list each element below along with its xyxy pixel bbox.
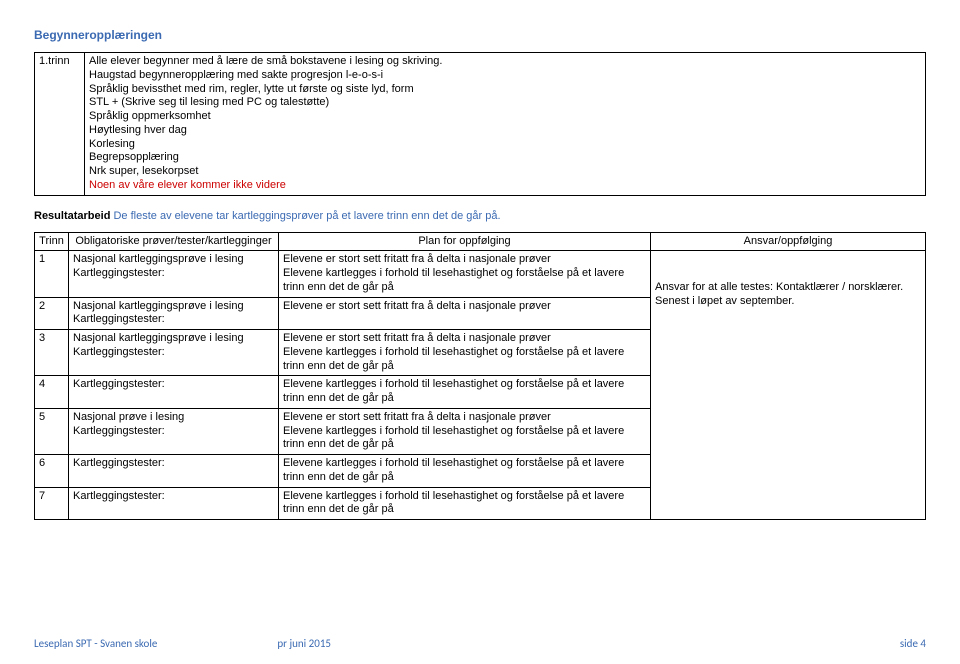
cell-plan: Elevene kartlegges i forhold til lesehas… bbox=[279, 487, 651, 520]
cell-tests: Nasjonal kartleggingsprøve i lesing Kart… bbox=[69, 330, 279, 376]
cell-ansvar: Ansvar for at alle testes: Kontaktlærer … bbox=[651, 251, 926, 520]
intro-line: Korlesing bbox=[89, 138, 921, 152]
table-row: 1 Nasjonal kartleggingsprøve i lesing Ka… bbox=[35, 251, 926, 297]
result-heading-rest: De fleste av elevene tar kartleggingsprø… bbox=[113, 210, 500, 222]
intro-line: Språklig oppmerksomhet bbox=[89, 110, 921, 124]
table-header-row: Trinn Obligatoriske prøver/tester/kartle… bbox=[35, 232, 926, 251]
cell-trinn: 7 bbox=[35, 487, 69, 520]
result-heading: Resultatarbeid De fleste av elevene tar … bbox=[34, 210, 926, 222]
cell-tests: Kartleggingstester: bbox=[69, 455, 279, 488]
cell-plan: Elevene kartlegges i forhold til lesehas… bbox=[279, 376, 651, 409]
result-heading-bold: Resultatarbeid bbox=[34, 210, 110, 222]
cell-plan: Elevene kartlegges i forhold til lesehas… bbox=[279, 455, 651, 488]
cell-trinn: 5 bbox=[35, 408, 69, 454]
intro-line: Alle elever begynner med å lære de små b… bbox=[89, 55, 921, 69]
cell-plan: Elevene er stort sett fritatt fra å delt… bbox=[279, 297, 651, 330]
col-trinn: Trinn bbox=[35, 232, 69, 251]
intro-line: Høytlesing hver dag bbox=[89, 124, 921, 138]
cell-tests: Kartleggingstester: bbox=[69, 376, 279, 409]
results-table: Trinn Obligatoriske prøver/tester/kartle… bbox=[34, 232, 926, 521]
col-tests: Obligatoriske prøver/tester/kartlegginge… bbox=[69, 232, 279, 251]
cell-trinn: 4 bbox=[35, 376, 69, 409]
cell-plan: Elevene er stort sett fritatt fra å delt… bbox=[279, 330, 651, 376]
intro-line: Begrepsopplæring bbox=[89, 151, 921, 165]
intro-line: Nrk super, lesekorpset bbox=[89, 165, 921, 179]
col-plan: Plan for oppfølging bbox=[279, 232, 651, 251]
footer-left: Leseplan SPT - Svanen skole bbox=[34, 637, 157, 650]
cell-plan: Elevene er stort sett fritatt fra å delt… bbox=[279, 408, 651, 454]
cell-tests: Nasjonal kartleggingsprøve i lesing Kart… bbox=[69, 297, 279, 330]
cell-trinn: 2 bbox=[35, 297, 69, 330]
section-heading: Begynneropplæringen bbox=[34, 28, 926, 42]
intro-red-line: Noen av våre elever kommer ikke videre bbox=[89, 179, 921, 193]
cell-tests: Nasjonal kartleggingsprøve i lesing Kart… bbox=[69, 251, 279, 297]
footer-mid: pr juni 2015 bbox=[157, 637, 899, 650]
intro-line: Språklig bevissthet med rim, regler, lyt… bbox=[89, 83, 921, 97]
intro-line: Haugstad begynneropplæring med sakte pro… bbox=[89, 69, 921, 83]
footer-right: side 4 bbox=[900, 637, 926, 650]
col-ansvar: Ansvar/oppfølging bbox=[651, 232, 926, 251]
cell-trinn: 6 bbox=[35, 455, 69, 488]
cell-tests: Nasjonal prøve i lesing Kartleggingstest… bbox=[69, 408, 279, 454]
intro-row-label: 1.trinn bbox=[35, 53, 85, 196]
page-footer: Leseplan SPT - Svanen skole pr juni 2015… bbox=[34, 637, 926, 650]
cell-trinn: 3 bbox=[35, 330, 69, 376]
cell-trinn: 1 bbox=[35, 251, 69, 297]
ansvar-text: Ansvar for at alle testes: Kontaktlærer … bbox=[655, 281, 903, 307]
intro-line: STL + (Skrive seg til lesing med PC og t… bbox=[89, 96, 921, 110]
cell-plan: Elevene er stort sett fritatt fra å delt… bbox=[279, 251, 651, 297]
cell-tests: Kartleggingstester: bbox=[69, 487, 279, 520]
intro-content: Alle elever begynner med å lære de små b… bbox=[85, 53, 926, 196]
intro-table: 1.trinn Alle elever begynner med å lære … bbox=[34, 52, 926, 196]
